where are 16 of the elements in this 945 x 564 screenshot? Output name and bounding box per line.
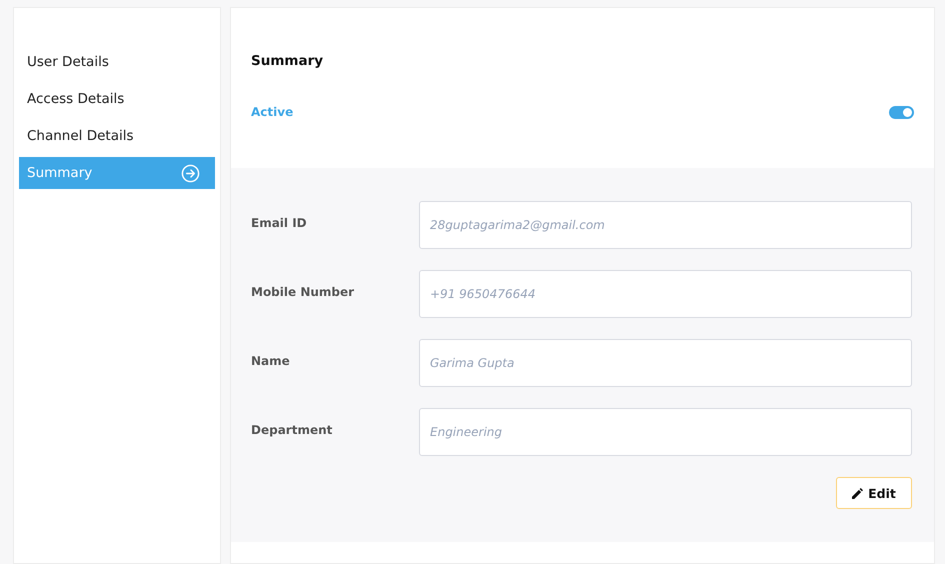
field-label: Department	[251, 422, 334, 437]
status-label: Active	[251, 105, 294, 119]
input-field[interactable]: Garima Gupta	[419, 339, 912, 387]
pencil-icon	[852, 488, 864, 498]
edit-button[interactable]: Edit	[836, 477, 912, 509]
sidebar-item[interactable]: User Details	[19, 46, 215, 78]
field-label: Name	[251, 353, 291, 368]
field-label: Mobile Number	[251, 284, 356, 299]
sidebar-item[interactable]: Access Details	[19, 83, 215, 115]
sidebar-item[interactable]: Channel Details	[19, 120, 215, 152]
toggle-switch[interactable]	[889, 106, 914, 118]
input-field[interactable]: +91 9650476644	[419, 270, 912, 318]
input-field[interactable]: 28guptagarima2@gmail.com	[419, 201, 912, 249]
field-label: Email ID	[251, 215, 308, 230]
section-title: Summary	[251, 53, 324, 69]
input-field[interactable]: Engineering	[419, 408, 912, 456]
